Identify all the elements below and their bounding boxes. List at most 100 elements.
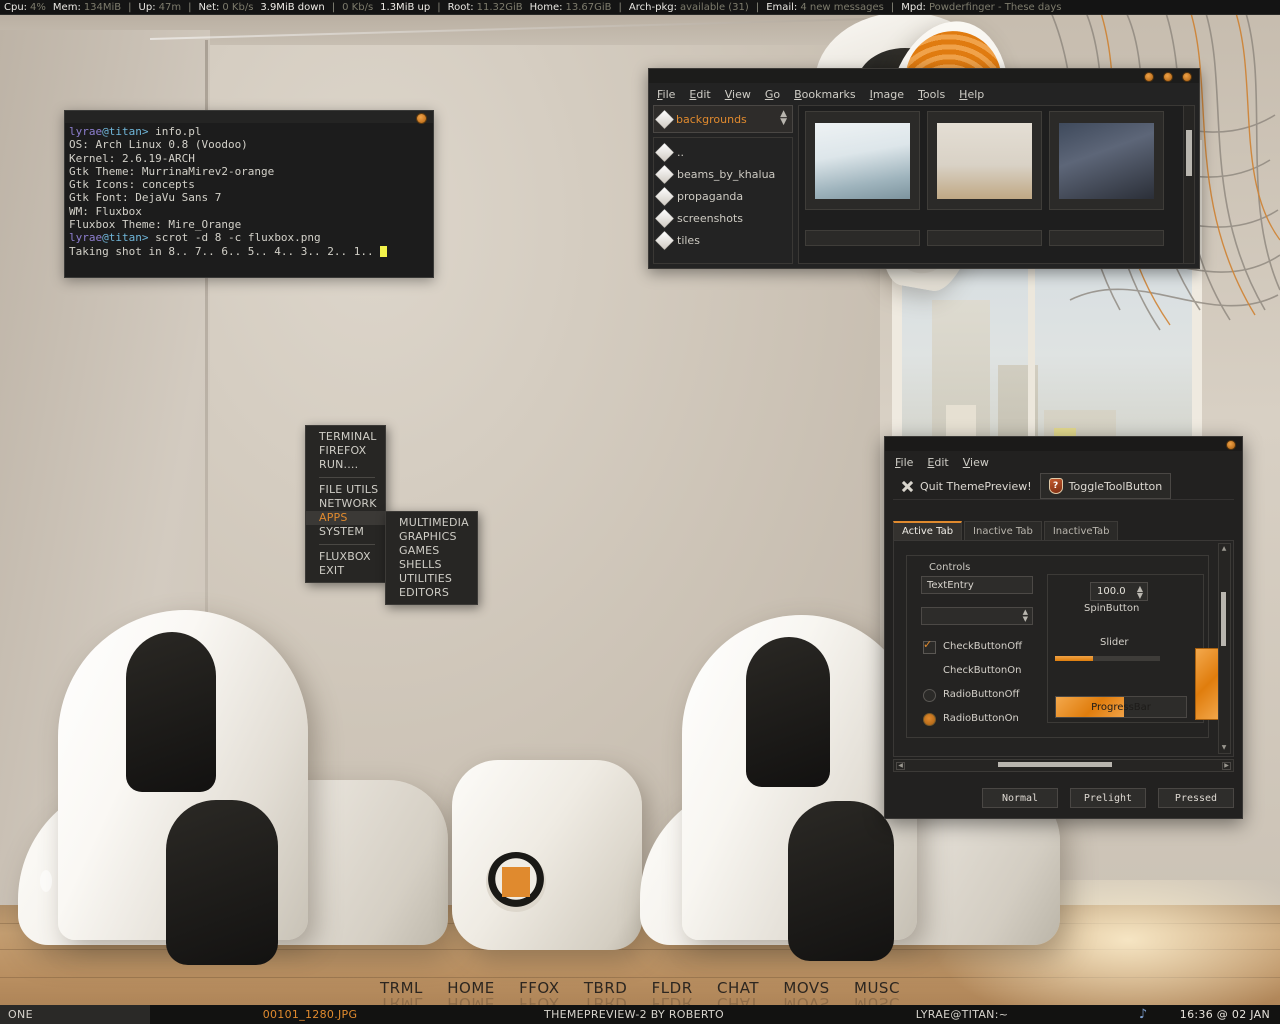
root-menu-item-exit[interactable]: EXIT [306,564,385,578]
tab-inactivetab[interactable]: InactiveTab [1043,521,1119,541]
menu-item-bookmarks[interactable]: Bookmarks [794,88,855,101]
dock-item-movs[interactable]: MOVS MOVS [783,979,829,1012]
theme-preview-window[interactable]: File Edit View Quit ThemePreview! ? Toggle… [884,436,1243,819]
root-menu-item-firefox[interactable]: FIREFOX [306,444,385,458]
thumbnail-item[interactable] [927,229,1042,246]
iconified-window-label[interactable]: 00101_1280.JPG [150,1008,470,1021]
terminal-titlebar[interactable] [65,111,433,124]
chevron-updown-icon[interactable]: ▲ ▼ [780,110,787,127]
menu-item-file[interactable]: File [657,88,675,101]
workspace-label[interactable]: ONE [0,1005,150,1024]
dock-item-tbrd[interactable]: TBRD TBRD [584,979,627,1012]
text-entry[interactable]: TextEntry [921,576,1033,594]
button-prelight[interactable]: Prelight [1070,788,1146,808]
menu-item-edit[interactable]: Edit [689,88,710,101]
chevron-left-icon[interactable]: ◀ [896,762,905,770]
menu-item-go[interactable]: Go [765,88,780,101]
radiobutton-on[interactable] [923,713,936,726]
focused-window-label[interactable]: LYRAE@TITAN:~ [798,1008,1126,1021]
root-menu-item-apps[interactable]: APPS [306,511,385,525]
root-menu-item-run-[interactable]: RUN.... [306,458,385,472]
combo-box[interactable]: ▲ ▼ [921,607,1033,625]
image-browser-menubar[interactable]: File Edit View Go Bookmarks Image Tools Help [657,88,984,101]
scrollbar-thumb[interactable] [998,762,1112,767]
dock-item-trml[interactable]: TRML TRML [380,979,423,1012]
tab-active-tab[interactable]: Active Tab [893,521,963,541]
folder-item[interactable]: beams_by_khalua [655,163,788,185]
chevron-updown-icon[interactable]: ▲ ▼ [1023,609,1028,623]
scrollbar-thumb[interactable] [1186,130,1192,176]
button-pressed[interactable]: Pressed [1158,788,1234,808]
terminal-output[interactable]: lyrae@titan> info.pl OS: Arch Linux 0.8 (… [65,125,433,277]
root-menu-item-file-utils[interactable]: FILE UTILS [306,483,385,497]
apps-menu-item-editors[interactable]: EDITORS [386,586,477,600]
image-browser-titlebar[interactable] [649,69,1199,83]
window-title-label[interactable]: THEMEPREVIEW-2 BY ROBERTO [470,1008,798,1021]
tp-menu-item-file[interactable]: File [895,456,913,469]
chevron-down-icon[interactable]: ▼ [1221,745,1227,751]
minimize-dot-icon[interactable] [1144,72,1154,82]
thumbnail-grid[interactable] [798,105,1195,264]
theme-preview-menubar[interactable]: File Edit View [895,456,989,469]
theme-preview-toolbar[interactable]: Quit ThemePreview! ? ToggleToolButton [893,473,1234,500]
apps-menu-item-games[interactable]: GAMES [386,544,477,558]
minimize-dot-icon[interactable] [1226,440,1236,450]
apps-menu-item-shells[interactable]: SHELLS [386,558,477,572]
minimize-dot-icon[interactable] [416,113,427,124]
thumbnail-item[interactable] [1049,229,1164,246]
slider-fill[interactable] [1055,656,1093,661]
window-buttons[interactable] [1144,72,1192,82]
thumbnail-item[interactable] [805,229,920,246]
dock-item-fldr[interactable]: FLDR FLDR [652,979,693,1012]
folder-item[interactable]: screenshots [655,207,788,229]
spin-button[interactable]: 100.0 ▲ ▼ [1090,582,1148,601]
thumbnail-item[interactable] [805,111,920,210]
theme-preview-buttons[interactable]: Normal Prelight Pressed [893,788,1234,808]
dock-item-ffox[interactable]: FFOX FFOX [519,979,559,1012]
dock-item-musc[interactable]: MUSC MUSC [854,979,900,1012]
dock-item-chat[interactable]: CHAT CHAT [717,979,759,1012]
root-menu-item-network[interactable]: NETWORK [306,497,385,511]
menu-item-view[interactable]: View [725,88,751,101]
root-menu-item-fluxbox[interactable]: FLUXBOX [306,550,385,564]
menu-item-help[interactable]: Help [959,88,984,101]
close-dot-icon[interactable] [1182,72,1192,82]
chevron-right-icon[interactable]: ▶ [1222,762,1231,770]
image-browser-window[interactable]: File Edit View Go Bookmarks Image Tools Help ba… [648,68,1200,269]
path-combo[interactable]: backgrounds ▲ ▼ [653,105,793,133]
menu-item-tools[interactable]: Tools [918,88,945,101]
desktop-dock[interactable]: TRML TRML HOME HOME FFOX FFOX TBRD TBRD FLDR FLDR… [380,979,900,1012]
radiobutton-off[interactable] [923,689,936,702]
tab-inactive-tab[interactable]: Inactive Tab [964,521,1042,541]
pane-hscrollbar[interactable]: ◀ ▶ [893,759,1234,772]
theme-preview-tabs[interactable]: Active Tab Inactive Tab InactiveTab [893,521,1119,541]
theme-preview-titlebar[interactable] [885,437,1242,451]
check-icon[interactable]: ✓ [923,638,932,651]
root-menu-item-terminal[interactable]: TERMINAL [306,430,385,444]
quit-themepreview-button[interactable]: Quit ThemePreview! [893,474,1040,498]
fluxbox-apps-submenu[interactable]: MULTIMEDIA GRAPHICS GAMES SHELLS UTILITIES ED… [385,511,478,605]
folder-item[interactable]: .. [655,141,788,163]
maximize-dot-icon[interactable] [1163,72,1173,82]
music-note-icon[interactable]: ♪ [1126,1007,1160,1022]
apps-menu-item-graphics[interactable]: GRAPHICS [386,530,477,544]
menu-item-image[interactable]: Image [870,88,904,101]
folder-item[interactable]: propaganda [655,185,788,207]
root-menu-item-system[interactable]: SYSTEM [306,525,385,539]
tp-menu-item-edit[interactable]: Edit [927,456,948,469]
toggle-tool-button[interactable]: ? ToggleToolButton [1039,473,1172,499]
thumbnail-scrollbar[interactable] [1183,106,1194,263]
apps-menu-item-multimedia[interactable]: MULTIMEDIA [386,516,477,530]
tp-menu-item-view[interactable]: View [963,456,989,469]
thumbnail-item[interactable] [1049,111,1164,210]
chevron-up-icon[interactable]: ▲ [1221,546,1227,552]
button-normal[interactable]: Normal [982,788,1058,808]
folder-item[interactable]: tiles [655,229,788,251]
scrollbar-thumb[interactable] [1221,592,1226,646]
pane-vscrollbar[interactable]: ▲ ▼ [1218,543,1231,754]
dock-item-home[interactable]: HOME HOME [447,979,495,1012]
terminal-window[interactable]: lyrae@titan> info.pl OS: Arch Linux 0.8 (… [64,110,434,278]
apps-menu-item-utilities[interactable]: UTILITIES [386,572,477,586]
folder-list[interactable]: .. beams_by_khalua propaganda screenshots ti… [653,137,793,264]
fluxbox-root-menu[interactable]: TERMINAL FIREFOX RUN.... FILE UTILS NETWORK A… [305,425,386,583]
